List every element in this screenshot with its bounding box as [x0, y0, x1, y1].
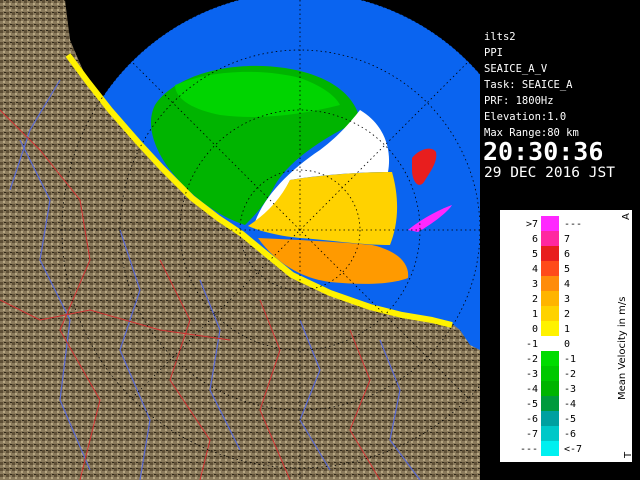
legend-color-swatch — [541, 366, 559, 381]
product-name: SEAICE_A_V — [484, 63, 548, 75]
legend-color-swatch — [541, 246, 559, 261]
legend-color-swatch — [541, 276, 559, 291]
info-panel: ilts2 PPI SEAICE_A_V Task: SEAICE_A PRF:… — [480, 0, 640, 480]
legend-graphic: >7 --- 6 7 5 6 4 5 3 4 2 3 1 2 0 1 -1 0 -2 -1 -3 -2 -4 -3 -5 -4 -6… — [520, 213, 632, 459]
legend-row-label-high: 3 — [564, 294, 570, 305]
legend-color-swatch — [541, 306, 559, 321]
observation-date: 29 DEC 2016 JST — [484, 165, 615, 181]
legend-row-label-high: 4 — [564, 279, 570, 290]
legend-corner-bottom: T — [623, 451, 632, 459]
legend-color-swatch — [541, 351, 559, 366]
legend-row-label-high: 7 — [564, 234, 570, 245]
legend-row-label-low: 2 — [532, 294, 538, 305]
radar-ppi-display — [0, 0, 480, 480]
legend-row-label-low: -5 — [526, 399, 538, 410]
legend-row-label-low: >7 — [526, 219, 538, 230]
legend-row-label-high: 6 — [564, 249, 570, 260]
legend-row-label-low: -2 — [526, 354, 538, 365]
legend-row-label-low: -3 — [526, 369, 538, 380]
task-name: Task: SEAICE_A — [484, 79, 573, 91]
legend-row-label-low: -1 — [526, 339, 538, 350]
elevation-value: Elevation:1.0 — [484, 111, 567, 123]
legend-color-swatch — [541, 336, 559, 351]
legend-row-label-high: -3 — [564, 384, 576, 395]
legend-row-label-low: 0 — [532, 324, 538, 335]
legend-color-swatch — [541, 321, 559, 336]
legend-color-swatch — [541, 441, 559, 456]
legend-row-label-low: -4 — [526, 384, 538, 395]
legend-row-label-high: -5 — [564, 414, 576, 425]
legend-color-swatch — [541, 291, 559, 306]
legend-row-label-high: 1 — [564, 324, 570, 335]
legend-color-swatch — [541, 261, 559, 276]
legend-color-swatch — [541, 426, 559, 441]
legend-row-label-high: 2 — [564, 309, 570, 320]
legend-row-label-high: -4 — [564, 399, 576, 410]
legend-color-swatch — [541, 231, 559, 246]
legend-row-label-low: 3 — [532, 279, 538, 290]
legend-row-label-high: <-7 — [564, 444, 582, 455]
legend-row-label-low: 6 — [532, 234, 538, 245]
legend-row-label-high: -6 — [564, 429, 576, 440]
legend-row-label-low: 1 — [532, 309, 538, 320]
legend-color-swatch — [541, 216, 559, 231]
legend-row-label-low: --- — [520, 444, 538, 455]
legend-corner-top: A — [621, 213, 632, 220]
legend-title: Mean Velocity in m/s — [617, 297, 628, 400]
legend-row-label-low: 5 — [532, 249, 538, 260]
legend-color-swatch — [541, 411, 559, 426]
legend-row-label-high: 0 — [564, 339, 570, 350]
legend-color-swatch — [541, 381, 559, 396]
legend-row-label-high: --- — [564, 219, 582, 230]
legend-row-label-low: 4 — [532, 264, 538, 275]
legend-row-label-low: -7 — [526, 429, 538, 440]
velocity-legend: >7 --- 6 7 5 6 4 5 3 4 2 3 1 2 0 1 -1 0 -2 -1 -3 -2 -4 -3 -5 -4 -6… — [500, 210, 632, 462]
scan-mode: PPI — [484, 47, 503, 59]
prf-value: PRF: 1800Hz — [484, 95, 554, 107]
legend-color-swatch — [541, 396, 559, 411]
legend-row-label-high: 5 — [564, 264, 570, 275]
legend-row-label-low: -6 — [526, 414, 538, 425]
observation-time: 20:30:36 — [483, 137, 604, 166]
legend-row-label-high: -2 — [564, 369, 576, 380]
legend-row-label-high: -1 — [564, 354, 576, 365]
radar-name: ilts2 — [484, 31, 516, 43]
